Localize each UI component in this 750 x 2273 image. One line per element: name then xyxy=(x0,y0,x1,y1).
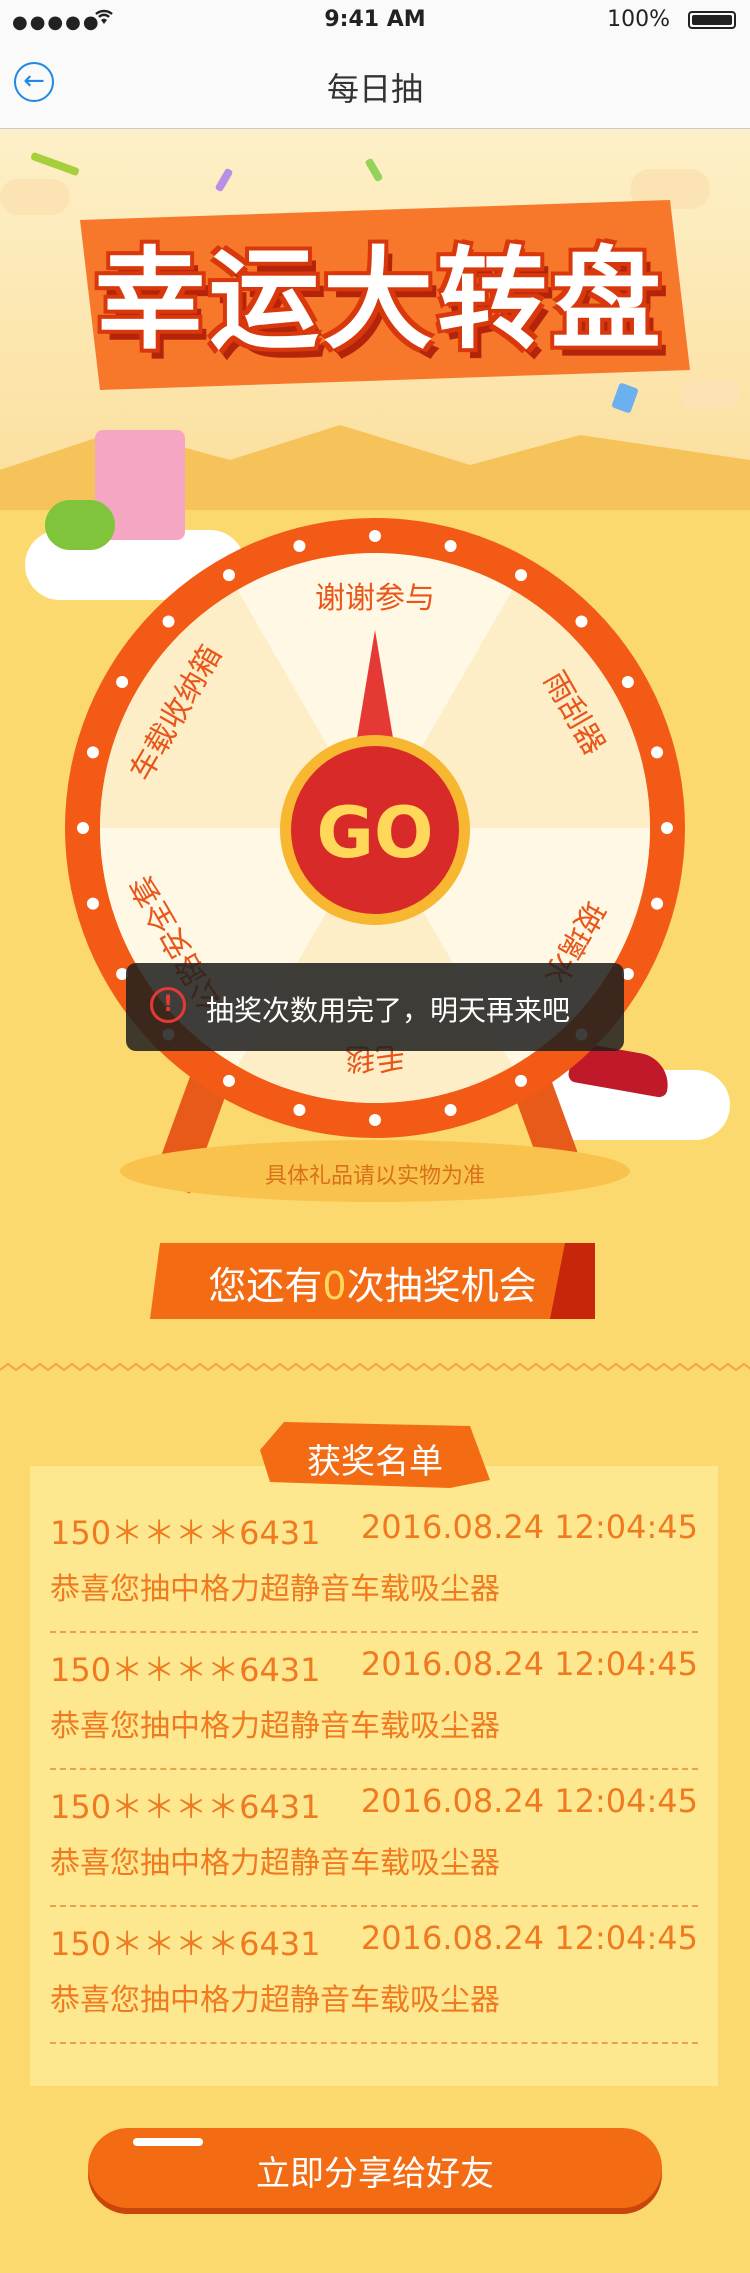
winners-title-text: 获奖名单 xyxy=(307,1442,443,1482)
chance-prefix: 您还有 xyxy=(208,1264,323,1308)
wheel-light xyxy=(86,746,99,759)
chance-count: 0 xyxy=(322,1264,347,1308)
chance-text: 您还有0次抽奖机会 xyxy=(150,1255,595,1310)
wheel-light xyxy=(162,615,175,628)
toast-message: ! 抽奖次数用完了，明天再来吧 xyxy=(126,963,624,1051)
base-note: 具体礼品请以实物为准 xyxy=(264,1164,485,1189)
wheel-light xyxy=(369,1114,381,1126)
wheel-light xyxy=(223,1074,235,1087)
wheel-segment-label: 谢谢参与 xyxy=(315,581,435,616)
winner-prize: 恭喜您抽中格力超静音车载吸尘器 xyxy=(50,1709,500,1744)
wheel-light xyxy=(223,569,235,582)
wheel-light xyxy=(86,897,99,910)
wheel-light xyxy=(515,1074,527,1087)
alert-icon: ! xyxy=(150,987,186,1023)
winner-date: 2016.08.24 12:04:45 xyxy=(360,1508,698,1546)
wheel-light xyxy=(575,615,588,628)
winner-row: 150＊＊＊＊6431 2016.08.24 12:04:45 恭喜您抽中格力超静音… xyxy=(50,1905,698,2044)
go-label: GO xyxy=(316,792,434,874)
go-button[interactable]: GO xyxy=(279,630,471,930)
button-highlight xyxy=(133,2138,203,2146)
battery-percent: 100% xyxy=(607,7,670,32)
wheel-light xyxy=(661,822,673,834)
wheel-light xyxy=(116,676,129,688)
winner-phone: 150＊＊＊＊6431 xyxy=(50,1788,321,1826)
wheel-light xyxy=(651,746,664,759)
winner-row: 150＊＊＊＊6431 2016.08.24 12:04:45 恭喜您抽中格力超静音… xyxy=(50,1494,698,1633)
winner-prize: 恭喜您抽中格力超静音车载吸尘器 xyxy=(50,1572,500,1607)
share-button[interactable]: 立即分享给好友 xyxy=(88,2128,662,2208)
winners-list: 150＊＊＊＊6431 2016.08.24 12:04:45 恭喜您抽中格力超静音… xyxy=(30,1466,718,2086)
share-label: 立即分享给好友 xyxy=(256,2154,494,2194)
wheel-light xyxy=(444,539,457,552)
chance-banner: 您还有0次抽奖机会 xyxy=(150,1243,595,1319)
battery-icon xyxy=(688,11,736,29)
chance-suffix: 次抽奖机会 xyxy=(346,1264,537,1308)
wheel-light xyxy=(651,897,664,910)
wheel-light xyxy=(293,1104,306,1117)
wheel-light xyxy=(444,1104,457,1117)
page-title: 每日抽 xyxy=(326,70,423,108)
winners-title: 获奖名单 xyxy=(260,1422,490,1492)
go-pointer-graphic xyxy=(280,630,470,925)
wheel-light xyxy=(621,676,634,688)
wheel-light xyxy=(369,530,381,542)
winner-date: 2016.08.24 12:04:45 xyxy=(360,1645,698,1683)
nav-bar: ← 每日抽 xyxy=(0,40,750,129)
toast-text: 抽奖次数用完了，明天再来吧 xyxy=(206,994,571,1027)
banner-title-text: 幸运大转盘 xyxy=(95,236,665,364)
winner-phone: 150＊＊＊＊6431 xyxy=(50,1925,321,1963)
status-bar: ●●●●● 9:41 AM 100% xyxy=(0,0,750,40)
winner-prize: 恭喜您抽中格力超静音车载吸尘器 xyxy=(50,1983,500,2018)
winner-phone: 150＊＊＊＊6431 xyxy=(50,1514,321,1552)
winner-date: 2016.08.24 12:04:45 xyxy=(360,1782,698,1820)
wheel-light xyxy=(77,822,89,834)
wave-divider xyxy=(0,1362,750,1372)
winner-phone: 150＊＊＊＊6431 xyxy=(50,1651,321,1689)
winner-date: 2016.08.24 12:04:45 xyxy=(360,1919,698,1957)
wheel-light xyxy=(515,569,527,582)
winner-prize: 恭喜您抽中格力超静音车载吸尘器 xyxy=(50,1846,500,1881)
wheel-light xyxy=(293,539,306,552)
winner-row: 150＊＊＊＊6431 2016.08.24 12:04:45 恭喜您抽中格力超静音… xyxy=(50,1631,698,1770)
winner-row: 150＊＊＊＊6431 2016.08.24 12:04:45 恭喜您抽中格力超静音… xyxy=(50,1768,698,1907)
banner-title: 幸运大转盘 xyxy=(80,190,690,390)
